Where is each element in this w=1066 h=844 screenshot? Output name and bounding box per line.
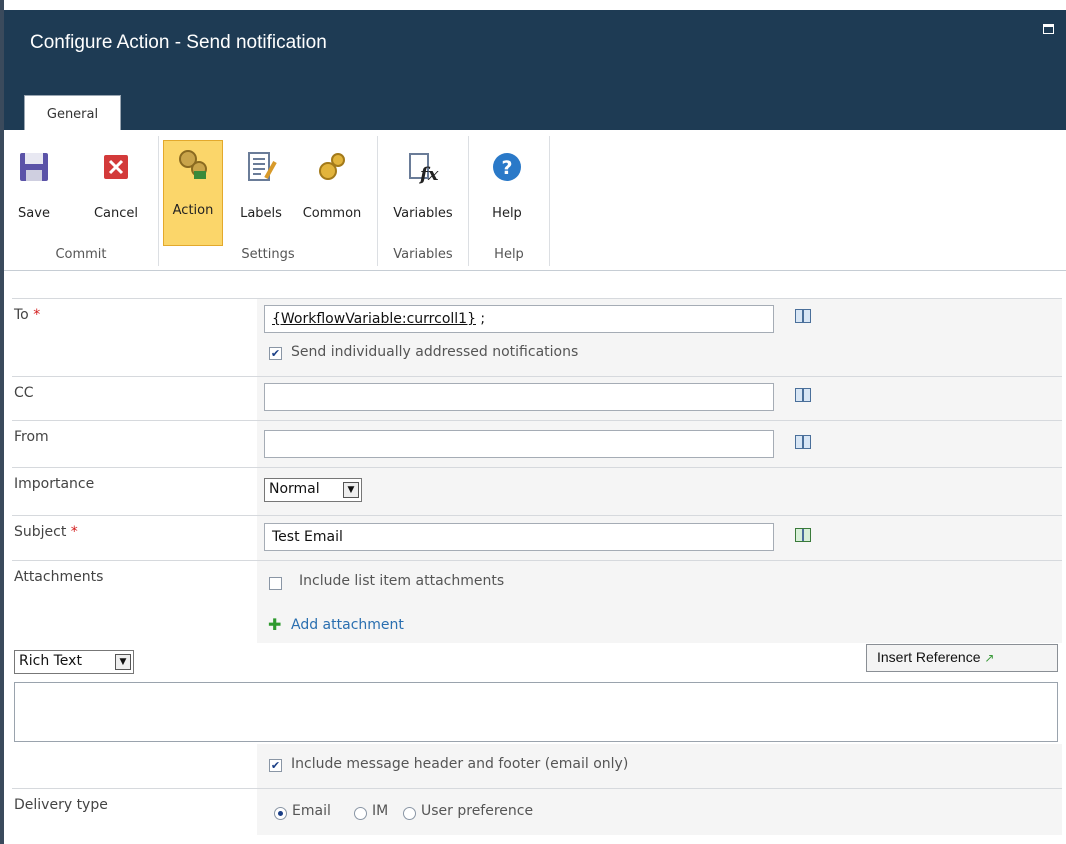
row-delivery: Delivery type Email IM User preference (12, 788, 1062, 835)
delivery-label: Delivery type (14, 797, 108, 813)
cc-input[interactable] (264, 383, 774, 411)
importance-select[interactable]: Normal ▼ (264, 478, 362, 502)
importance-control: Normal ▼ (257, 468, 1062, 516)
cc-label: CC (14, 385, 34, 401)
delivery-radio-im[interactable] (354, 807, 367, 820)
group-label-commit: Commit (55, 247, 107, 262)
add-attachment-link[interactable]: Add attachment (291, 617, 404, 633)
cc-control (257, 377, 1062, 421)
chevron-down-icon: ▼ (115, 654, 131, 670)
importance-label: Importance (14, 476, 95, 492)
ribbon-group-settings: Action Labels Common Settings (159, 136, 378, 266)
send-individually-label: Send individually addressed notification… (291, 344, 579, 360)
action-gears-icon (179, 150, 207, 179)
group-label-variables: Variables (393, 247, 453, 262)
dialog-title: Configure Action - Send notification (30, 32, 327, 53)
from-input[interactable] (264, 430, 774, 458)
delivery-control: Email IM User preference (257, 789, 1062, 835)
delivery-label-im: IM (372, 803, 389, 819)
labels-button[interactable]: Labels (235, 144, 287, 244)
cancel-label: Cancel (93, 206, 139, 221)
row-attachments: Attachments Include list item attachment… (12, 560, 1062, 643)
insert-reference-icon[interactable] (795, 528, 811, 542)
svg-text:fx: fx (418, 164, 439, 184)
subject-control: Test Email (257, 516, 1062, 561)
from-control (257, 421, 1062, 468)
common-label: Common (302, 206, 362, 221)
delivery-label-email: Email (292, 803, 331, 819)
address-book-icon[interactable] (795, 435, 811, 449)
body-format-select[interactable]: Rich Text ▼ (14, 650, 134, 674)
variables-fx-icon: fx (409, 153, 439, 184)
to-control: {WorkflowVariable:currcoll1} ; ✔ Send in… (257, 299, 1062, 377)
svg-text:?: ? (501, 157, 512, 179)
common-gears-icon (319, 153, 345, 180)
required-marker: * (33, 307, 41, 323)
importance-value: Normal (269, 481, 320, 497)
header-footer-control: ✔ Include message header and footer (ema… (257, 744, 1062, 788)
address-book-icon[interactable] (795, 309, 811, 323)
include-attachments-checkbox[interactable] (269, 577, 282, 590)
insert-reference-label: Insert Reference (877, 649, 981, 665)
subject-label-wrap: Subject * (14, 524, 78, 540)
attachments-control: Include list item attachments ✚ Add atta… (257, 561, 1062, 643)
maximize-icon[interactable] (1043, 24, 1054, 34)
chevron-down-icon: ▼ (343, 482, 359, 498)
delivery-label-user-preference: User preference (421, 803, 534, 819)
delivery-radio-email[interactable] (274, 807, 287, 820)
save-icon (20, 153, 48, 181)
required-marker: * (70, 524, 78, 540)
common-button[interactable]: Common (293, 144, 371, 244)
ribbon-group-help: ? Help Help (469, 136, 550, 266)
save-label: Save (18, 206, 50, 221)
ribbon-group-variables: fx Variables Variables (378, 136, 469, 266)
from-label: From (14, 429, 49, 445)
insert-reference-button[interactable]: Insert Reference ↗ (866, 644, 1058, 672)
tab-general[interactable]: General (24, 95, 121, 131)
cancel-button[interactable]: Cancel (86, 144, 146, 244)
ribbon-group-commit: Save Cancel Commit (4, 136, 159, 266)
ribbon: Save Cancel Commit Action Labels Common … (4, 130, 1066, 271)
variables-button[interactable]: fx Variables (384, 144, 462, 244)
subject-input[interactable]: Test Email (264, 523, 774, 551)
action-button[interactable]: Action (163, 140, 223, 246)
save-button[interactable]: Save (12, 144, 56, 244)
to-token[interactable]: {WorkflowVariable:currcoll1} (272, 311, 476, 327)
attachments-label: Attachments (14, 569, 104, 585)
help-icon: ? (493, 153, 521, 181)
row-header-footer: ✔ Include message header and footer (ema… (12, 744, 1062, 788)
header-footer-checkbox[interactable]: ✔ (269, 759, 282, 772)
cancel-icon (104, 155, 128, 179)
variables-label: Variables (393, 206, 453, 221)
include-attachments-label: Include list item attachments (299, 573, 505, 589)
labels-icon (248, 152, 277, 181)
body-format-value: Rich Text (19, 653, 82, 669)
group-label-settings: Settings (241, 247, 295, 262)
to-suffix: ; (475, 311, 486, 327)
action-label: Action (172, 203, 214, 218)
row-to: To * {WorkflowVariable:currcoll1} ; ✔ Se… (12, 298, 1062, 377)
to-label-wrap: To * (14, 307, 40, 323)
arrow-up-right-icon: ↗ (984, 651, 995, 665)
row-subject: Subject * Test Email (12, 515, 1062, 561)
help-button[interactable]: ? Help (479, 144, 535, 244)
row-cc: CC (12, 376, 1062, 421)
row-importance: Importance Normal ▼ (12, 467, 1062, 516)
to-label: To (14, 307, 29, 323)
title-bar: Configure Action - Send notification (4, 0, 1066, 138)
subject-label: Subject (14, 524, 67, 540)
add-icon[interactable]: ✚ (268, 615, 281, 634)
to-input[interactable]: {WorkflowVariable:currcoll1} ; (264, 305, 774, 333)
labels-label: Labels (240, 206, 282, 221)
delivery-radio-user-preference[interactable] (403, 807, 416, 820)
group-label-help: Help (494, 247, 524, 262)
row-from: From (12, 420, 1062, 468)
address-book-icon[interactable] (795, 388, 811, 402)
header-footer-label: Include message header and footer (email… (291, 756, 629, 772)
help-label: Help (492, 206, 522, 221)
message-body-editor[interactable] (14, 682, 1058, 742)
send-individually-checkbox[interactable]: ✔ (269, 347, 282, 360)
